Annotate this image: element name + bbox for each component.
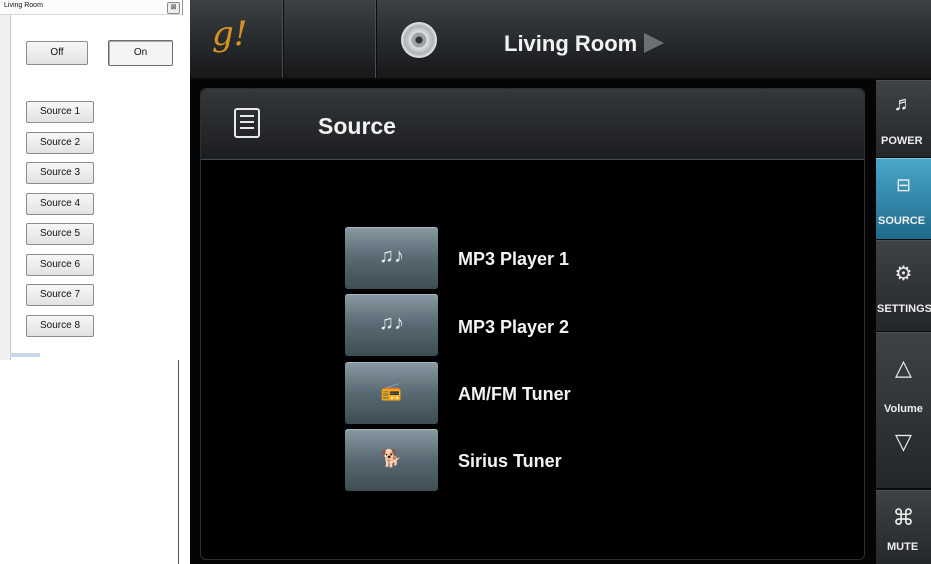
touch-control-app: g! Living Room Source ♫♪ MP3 Player 1 ♫♪… [190,0,931,564]
room-title[interactable]: Living Room [504,31,637,57]
window-titlebar[interactable]: Living Room ⊠ [0,0,182,15]
on-button[interactable]: On [108,40,173,66]
mp3-player-2-button[interactable]: ♫♪ [345,294,438,356]
mp3-player-2-label[interactable]: MP3 Player 2 [458,317,569,338]
media-segment[interactable] [283,0,437,78]
top-bar: g! Living Room [190,0,931,80]
gear-icon: ⚙ [894,263,913,285]
source-label: SOURCE [878,215,926,227]
sidebar-item-settings[interactable]: ⚙ SETTINGS [876,240,931,332]
power-label: POWER [881,135,923,147]
mute-icon: ⌘ [892,505,915,530]
sidebar-item-power[interactable]: ♬ POWER [876,80,931,158]
app-logo: g! [212,14,248,54]
am-fm-tuner-button[interactable]: 📻 [345,362,438,424]
right-sidebar: ♬ POWER ⊟ SOURCE ⚙ SETTINGS △ Volume ▽ ⌘… [876,78,931,564]
source-8-button[interactable]: Source 8 [26,315,94,337]
logo-segment[interactable]: g! [190,0,284,78]
play-arrow-icon[interactable] [644,33,664,53]
close-icon[interactable]: ⊠ [167,2,180,14]
source-5-button[interactable]: Source 5 [26,223,94,245]
source-4-button[interactable]: Source 4 [26,193,94,215]
music-note-icon: ♬ [893,93,914,115]
remote-icon [234,108,260,138]
window-title: Living Room [4,2,43,9]
dog-icon: 🐕 [380,449,403,468]
sidebar-item-mute[interactable]: ⌘ MUTE [876,490,931,564]
music-notes-icon: ♫♪ [379,312,404,334]
volume-up-icon[interactable]: △ [876,355,931,381]
window-body: Off On Source 1 Source 2 Source 3 Source… [10,15,183,360]
mp3-player-1-label[interactable]: MP3 Player 1 [458,249,569,270]
remote-icon: ⊟ [895,175,912,195]
volume-control: △ Volume ▽ [876,332,931,489]
mute-label: MUTE [887,541,919,553]
source-1-button[interactable]: Source 1 [26,101,94,123]
sirius-tuner-button[interactable]: 🐕 [345,429,438,491]
source-7-button[interactable]: Source 7 [26,284,94,306]
off-button[interactable]: Off [26,41,88,65]
living-room-control-window: Living Room ⊠ Off On Source 1 Source 2 S… [0,0,183,360]
window-bottom-accent [10,353,40,357]
sirius-tuner-label[interactable]: Sirius Tuner [458,451,562,472]
source-panel: Source ♫♪ MP3 Player 1 ♫♪ MP3 Player 2 📻… [200,88,865,560]
radio-icon: 📻 [380,382,403,401]
mp3-player-1-button[interactable]: ♫♪ [345,227,438,289]
divider-line [178,360,179,564]
source-6-button[interactable]: Source 6 [26,254,94,276]
music-notes-icon: ♫♪ [379,245,404,267]
settings-label: SETTINGS [877,303,931,315]
panel-title: Source [318,113,396,139]
source-2-button[interactable]: Source 2 [26,132,94,154]
sidebar-item-source[interactable]: ⊟ SOURCE [876,158,931,240]
volume-label: Volume [884,403,923,415]
am-fm-tuner-label[interactable]: AM/FM Tuner [458,384,571,405]
volume-down-icon[interactable]: ▽ [876,429,931,455]
disc-icon [401,22,437,58]
source-3-button[interactable]: Source 3 [26,162,94,184]
panel-header: Source [201,89,864,160]
